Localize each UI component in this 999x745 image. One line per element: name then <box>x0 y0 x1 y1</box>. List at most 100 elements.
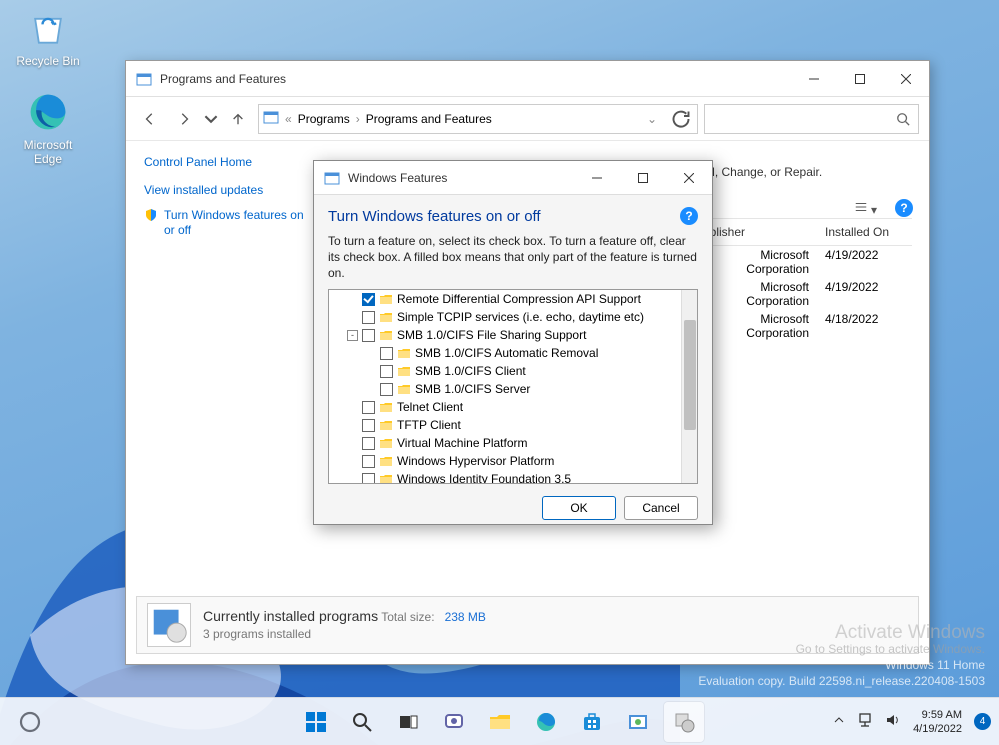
feature-row[interactable]: SMB 1.0/CIFS Client <box>329 362 697 380</box>
feature-checkbox[interactable] <box>380 365 393 378</box>
nav-row: « Programs › Programs and Features ⌄ <box>126 97 929 141</box>
feature-row[interactable]: Windows Hypervisor Platform <box>329 452 697 470</box>
address-bar[interactable]: « Programs › Programs and Features ⌄ <box>258 104 698 134</box>
feature-row[interactable]: Windows Identity Foundation 3.5 <box>329 470 697 484</box>
feature-row[interactable]: Remote Differential Compression API Supp… <box>329 290 697 308</box>
close-button[interactable] <box>883 61 929 97</box>
help-button[interactable]: ? <box>895 199 913 217</box>
feature-checkbox[interactable] <box>362 401 375 414</box>
clock[interactable]: 9:59 AM 4/19/2022 <box>913 708 962 736</box>
programs-features-taskbar-button[interactable] <box>664 702 704 742</box>
control-panel-home-link[interactable]: Control Panel Home <box>144 155 304 169</box>
feature-label: Windows Identity Foundation 3.5 <box>397 472 571 484</box>
sidebar: Control Panel Home View installed update… <box>126 141 310 664</box>
feature-label: SMB 1.0/CIFS Client <box>415 364 526 378</box>
wf-maximize-button[interactable] <box>620 160 666 196</box>
cancel-button[interactable]: Cancel <box>624 496 698 520</box>
wf-minimize-button[interactable] <box>574 160 620 196</box>
feature-checkbox[interactable] <box>380 383 393 396</box>
wf-help-button[interactable]: ? <box>680 207 698 225</box>
network-icon[interactable] <box>857 712 873 731</box>
wf-close-button[interactable] <box>666 160 712 196</box>
feature-checkbox[interactable] <box>380 347 393 360</box>
breadcrumb-programs[interactable]: Programs <box>298 112 350 126</box>
edge-taskbar-button[interactable] <box>526 702 566 742</box>
taskview-button[interactable] <box>388 702 428 742</box>
recycle-bin-icon[interactable]: Recycle Bin <box>10 6 86 68</box>
features-tree[interactable]: Remote Differential Compression API Supp… <box>328 289 698 484</box>
recent-button[interactable] <box>204 105 218 133</box>
view-updates-link[interactable]: View installed updates <box>144 183 304 198</box>
tray-chevron-icon[interactable] <box>833 714 845 729</box>
edition-text: Windows 11 Home <box>698 657 985 673</box>
feature-checkbox[interactable] <box>362 419 375 432</box>
scrollbar-thumb[interactable] <box>684 320 696 430</box>
view-options-button[interactable]: ▾ <box>854 200 877 217</box>
feature-row[interactable]: TFTP Client <box>329 416 697 434</box>
search-button[interactable] <box>342 702 382 742</box>
forward-button[interactable] <box>170 105 198 133</box>
feature-label: TFTP Client <box>397 418 461 432</box>
feature-row[interactable]: SMB 1.0/CIFS Automatic Removal <box>329 344 697 362</box>
search-icon <box>896 112 910 126</box>
breadcrumb-pf[interactable]: Programs and Features <box>366 112 492 126</box>
chat-button[interactable] <box>434 702 474 742</box>
ok-button[interactable]: OK <box>542 496 616 520</box>
feature-checkbox[interactable] <box>362 455 375 468</box>
status-size-value: 238 MB <box>445 610 486 624</box>
explorer-button[interactable] <box>480 702 520 742</box>
time-text: 9:59 AM <box>913 708 962 722</box>
store-button[interactable] <box>572 702 612 742</box>
chevron-right-icon: › <box>356 112 360 126</box>
feature-checkbox[interactable] <box>362 311 375 324</box>
taskbar[interactable]: 9:59 AM 4/19/2022 4 <box>0 697 999 745</box>
activate-hint-text: Go to Settings to activate Windows. <box>698 641 985 657</box>
status-icon <box>147 603 191 647</box>
folder-icon <box>379 473 393 484</box>
chevron-icon: « <box>285 112 292 126</box>
maximize-button[interactable] <box>837 61 883 97</box>
shield-icon <box>144 208 158 222</box>
folder-icon <box>379 311 393 323</box>
folder-icon <box>379 455 393 467</box>
feature-row[interactable]: -SMB 1.0/CIFS File Sharing Support <box>329 326 697 344</box>
control-panel-taskbar-button[interactable] <box>618 702 658 742</box>
feature-checkbox[interactable] <box>362 293 375 306</box>
col-installed[interactable]: Installed On <box>817 223 912 241</box>
feature-row[interactable]: Telnet Client <box>329 398 697 416</box>
search-box[interactable] <box>704 104 919 134</box>
expand-toggle[interactable]: - <box>347 330 358 341</box>
folder-icon <box>397 383 411 395</box>
wf-description: To turn a feature on, select its check b… <box>328 233 698 281</box>
pf-title-icon <box>136 71 152 87</box>
feature-label: SMB 1.0/CIFS Automatic Removal <box>415 346 598 360</box>
notification-badge[interactable]: 4 <box>974 713 991 730</box>
pf-titlebar[interactable]: Programs and Features <box>126 61 929 97</box>
feature-row[interactable]: Virtual Machine Platform <box>329 434 697 452</box>
widgets-button[interactable] <box>10 702 50 742</box>
minimize-button[interactable] <box>791 61 837 97</box>
feature-row[interactable]: Simple TCPIP services (i.e. echo, daytim… <box>329 308 697 326</box>
volume-icon[interactable] <box>885 712 901 731</box>
windows-features-dialog: Windows Features Turn Windows features o… <box>313 160 713 525</box>
back-button[interactable] <box>136 105 164 133</box>
activate-windows-text: Activate Windows <box>698 625 985 641</box>
start-button[interactable] <box>296 702 336 742</box>
system-tray[interactable]: 9:59 AM 4/19/2022 4 <box>833 708 991 736</box>
status-size-label: Total size: <box>381 610 434 624</box>
status-title: Currently installed programs <box>203 608 378 624</box>
chevron-down-icon[interactable]: ⌄ <box>647 112 657 126</box>
feature-checkbox[interactable] <box>362 473 375 485</box>
wf-title-icon <box>324 170 340 186</box>
refresh-button[interactable] <box>669 107 693 131</box>
date-text: 4/19/2022 <box>913 722 962 736</box>
feature-checkbox[interactable] <box>362 437 375 450</box>
feature-row[interactable]: SMB 1.0/CIFS Server <box>329 380 697 398</box>
edge-icon[interactable]: Microsoft Edge <box>10 90 86 166</box>
up-button[interactable] <box>224 105 252 133</box>
windows-features-link[interactable]: Turn Windows features on or off <box>144 208 304 238</box>
feature-checkbox[interactable] <box>362 329 375 342</box>
wf-titlebar[interactable]: Windows Features <box>314 161 712 195</box>
scrollbar[interactable] <box>681 290 697 483</box>
feature-label: Windows Hypervisor Platform <box>397 454 554 468</box>
